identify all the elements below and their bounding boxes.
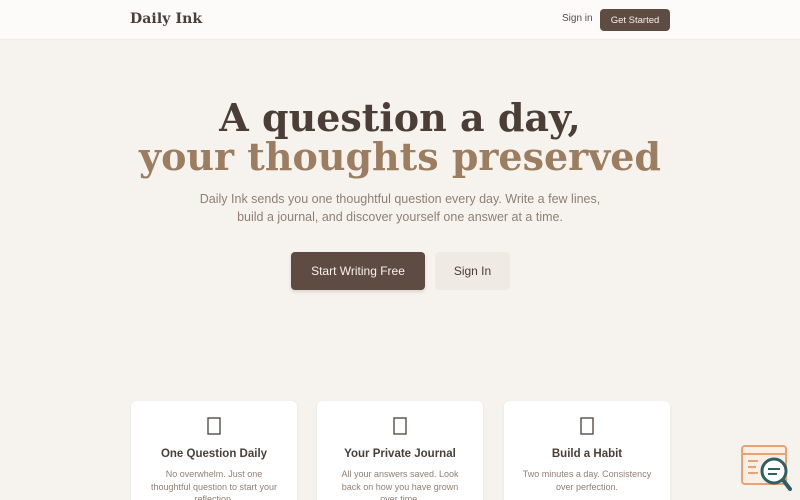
hero-subtitle: Daily Ink sends you one thoughtful quest… [199,192,601,224]
feature-card-habit: Build a Habit Two minutes a day. Consist… [504,401,670,500]
feature-title: Your Private Journal [344,448,456,460]
brand-logo[interactable]: Daily Ink [130,11,202,27]
feature-title: Build a Habit [551,448,623,460]
unknown-glyph-icon [393,417,407,435]
feature-description: All your answers saved. Look back on how… [341,469,459,500]
unknown-glyph-icon [207,417,221,435]
hero-headline-line2: your thoughts preserved [138,134,662,179]
start-writing-button[interactable]: Start Writing Free [291,252,425,290]
feature-title: One Question Daily [160,448,268,460]
feature-description: Two minutes a day. Consistency over perf… [522,469,652,492]
top-nav: Daily Ink Sign in Get Started [0,0,800,40]
feature-card-question: One Question Daily No overwhelm. Just on… [131,401,297,500]
hero-signin-button[interactable]: Sign In [435,252,510,290]
feature-description: No overwhelm. Just one thoughtful questi… [150,469,278,500]
unknown-glyph-icon [580,417,594,435]
nav-signin-link[interactable]: Sign in [562,13,593,24]
feature-card-journal: Your Private Journal All your answers sa… [317,401,483,500]
search-chat-icon[interactable] [740,444,792,492]
hero-headline-line1: A question a day, [219,95,581,140]
get-started-button[interactable]: Get Started [600,9,670,31]
